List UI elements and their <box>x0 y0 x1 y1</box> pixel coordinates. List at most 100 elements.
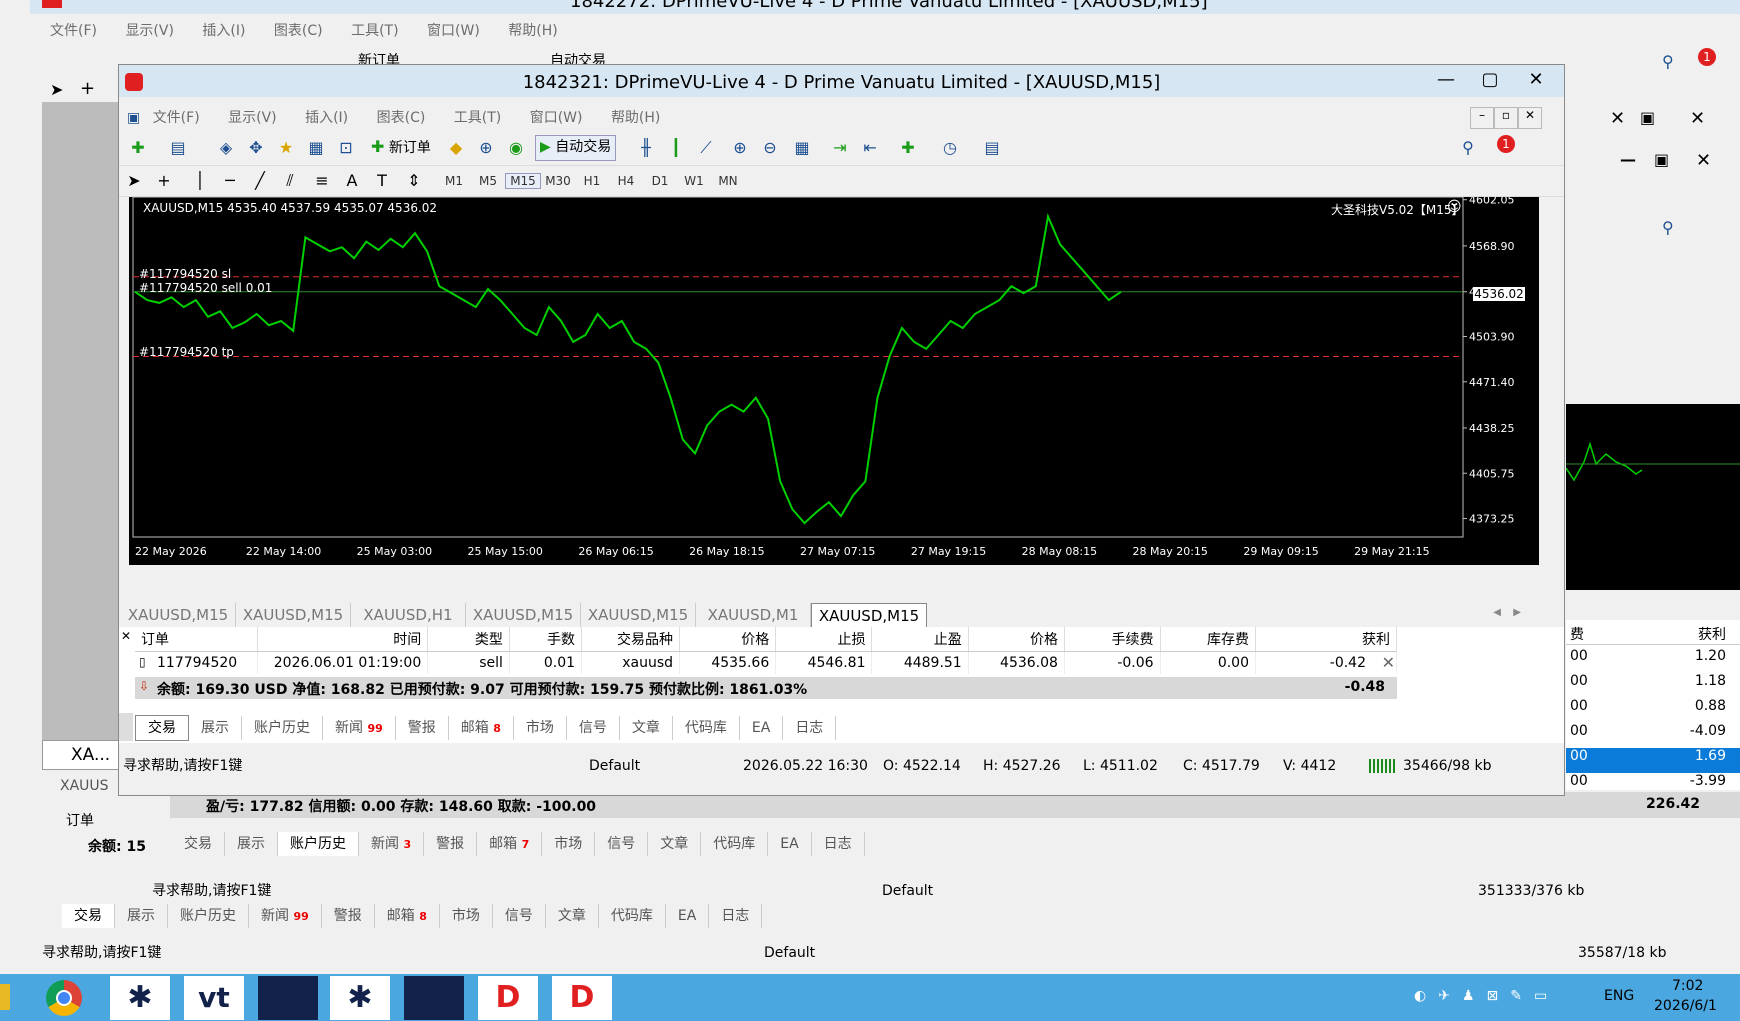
tf-w1[interactable]: W1 <box>677 174 711 188</box>
col-swap[interactable]: 库存费 <box>1160 627 1257 652</box>
menu-chart[interactable]: 图表(C) <box>274 20 323 40</box>
col-tp[interactable]: 止盈 <box>871 627 969 652</box>
mdi-restore-button[interactable]: ▫ <box>1494 107 1518 129</box>
data-window-icon[interactable]: ✥ <box>245 137 267 159</box>
bottom-tab-ea[interactable]: EA <box>666 904 710 928</box>
trendline-icon[interactable]: ╱ <box>249 170 271 192</box>
templates-icon[interactable]: ▤ <box>981 137 1003 159</box>
back-notification-icon[interactable]: 1 <box>1698 48 1716 66</box>
candlestick-icon[interactable]: ┃ <box>665 137 687 159</box>
tab-account-history[interactable]: 账户历史 <box>242 716 323 740</box>
horizontal-line-icon[interactable]: ─ <box>219 170 241 192</box>
vt-icon[interactable]: vt <box>184 976 244 1020</box>
navigator-icon[interactable]: ★ <box>275 137 297 159</box>
terminal-close-icon[interactable]: ✕ <box>121 629 131 643</box>
chart-shift-icon[interactable]: ⇤ <box>859 137 881 159</box>
line-chart-icon[interactable]: ⟋ <box>695 137 717 159</box>
arrows-icon[interactable]: ⇕ <box>403 170 425 192</box>
tf-m1[interactable]: M1 <box>437 174 471 188</box>
tab-ea[interactable]: EA <box>740 716 784 740</box>
close-button[interactable]: ✕ <box>1514 67 1558 93</box>
menu-help[interactable]: 帮助(H) <box>508 20 557 40</box>
tf-m15[interactable]: M15 <box>505 173 541 189</box>
menu-window[interactable]: 窗口(W) <box>427 20 480 40</box>
tab-news[interactable]: 新闻 99 <box>323 716 396 740</box>
chart-tab-active[interactable]: XAUUSD,M15 <box>811 603 927 629</box>
back-tab-codebase[interactable]: 代码库 <box>701 832 769 856</box>
menu-tools[interactable]: 工具(T) <box>351 20 398 40</box>
tab-scroll-left-icon[interactable]: ◀ <box>1493 607 1501 618</box>
back-right-min-icon[interactable]: — <box>1620 150 1636 169</box>
main-menu-view[interactable]: 显示(V) <box>228 107 277 127</box>
minimize-button[interactable]: — <box>1424 67 1468 93</box>
tab-trade[interactable]: 交易 <box>135 715 189 741</box>
bottom-tab-alerts[interactable]: 警报 <box>322 904 375 928</box>
text-icon[interactable]: A <box>341 170 363 192</box>
tab-codebase[interactable]: 代码库 <box>673 716 740 740</box>
tab-market[interactable]: 市场 <box>514 716 567 740</box>
auto-trade-button[interactable]: ▶ 自动交易 <box>535 135 617 161</box>
price-chart[interactable]: 4602.05 4568.90 4536.02 4503.90 4471.40 4438.… <box>129 197 1539 565</box>
menu-file[interactable]: 文件(F) <box>50 20 97 40</box>
bottom-tab-mailbox[interactable]: 邮箱 8 <box>375 904 440 928</box>
back-tab-trade[interactable]: 交易 <box>172 832 225 856</box>
tf-d1[interactable]: D1 <box>643 174 677 188</box>
col-time[interactable]: 时间 <box>257 627 429 652</box>
table-row[interactable]: 117794520 2026.06.01 01:19:00 sell 0.01 … <box>135 651 1397 674</box>
main-menu-chart[interactable]: 图表(C) <box>377 107 426 127</box>
periods-icon[interactable]: ◷ <box>939 137 961 159</box>
menu-insert[interactable]: 插入(I) <box>202 20 245 40</box>
tab-scroll-right-icon[interactable]: ▶ <box>1513 607 1521 618</box>
back-crosshair-icon[interactable]: + <box>80 78 95 99</box>
back-right-close2-icon[interactable]: ✕ <box>1690 108 1705 129</box>
back-right-search-icon[interactable]: ⚲ <box>1662 218 1674 237</box>
crosshair-icon[interactable]: + <box>153 170 175 192</box>
col-sl[interactable]: 止损 <box>775 627 873 652</box>
back-right-close3-icon[interactable]: ✕ <box>1696 150 1711 171</box>
back-tab-journal[interactable]: 日志 <box>812 832 865 856</box>
language-indicator[interactable]: ENG <box>1604 988 1634 1004</box>
search-icon[interactable]: ⚲ <box>1457 137 1479 159</box>
back-tab-alerts[interactable]: 警报 <box>424 832 478 856</box>
dprime-icon[interactable]: D <box>478 976 538 1020</box>
chart-tab[interactable]: XAUUSD,M1 <box>696 603 811 627</box>
text-label-icon[interactable]: T <box>371 170 393 192</box>
tf-h4[interactable]: H4 <box>609 174 643 188</box>
close-order-icon[interactable]: ✕ <box>1382 653 1395 672</box>
bottom-tab-market[interactable]: 市场 <box>440 904 493 928</box>
dprime2-icon[interactable]: D <box>552 976 612 1020</box>
col-symbol[interactable]: 交易品种 <box>581 627 681 652</box>
fibonacci-icon[interactable]: ≡ <box>311 170 333 192</box>
zoom-in-icon[interactable]: ⊕ <box>729 137 751 159</box>
chart-tab[interactable]: XAUUSD,M15 <box>581 603 696 627</box>
new-order-button[interactable]: ✚ 新订单 <box>371 137 431 159</box>
main-menu-window[interactable]: 窗口(W) <box>530 107 583 127</box>
tf-mn[interactable]: MN <box>711 174 745 188</box>
vps-icon[interactable]: ◉ <box>505 137 527 159</box>
bottom-tab-history[interactable]: 账户历史 <box>168 904 249 928</box>
main-menu-tools[interactable]: 工具(T) <box>454 107 501 127</box>
metaeditor-icon[interactable]: ◆ <box>445 137 467 159</box>
main-menu-file[interactable]: 文件(F) <box>153 107 200 127</box>
maximize-button[interactable]: ▢ <box>1468 67 1512 93</box>
notification-badge-icon[interactable]: 1 <box>1497 135 1515 153</box>
clock-time[interactable]: 7:02 <box>1672 978 1703 994</box>
cursor-icon[interactable]: ➤ <box>123 170 145 192</box>
back-right-close-icon[interactable]: ✕ <box>1610 108 1625 129</box>
trading-app-icon[interactable] <box>258 976 318 1020</box>
channel-icon[interactable]: ⫽ <box>279 170 301 192</box>
col-commission[interactable]: 手续费 <box>1064 627 1161 652</box>
tab-alerts[interactable]: 警报 <box>396 716 449 740</box>
vertical-line-icon[interactable]: │ <box>189 170 211 192</box>
terminal-icon[interactable]: ▦ <box>305 137 327 159</box>
menu-view[interactable]: 显示(V) <box>125 20 174 40</box>
mdi-close-button[interactable]: ✕ <box>1518 107 1542 129</box>
tab-signals[interactable]: 信号 <box>567 716 620 740</box>
col-cur-price[interactable]: 价格 <box>968 627 1065 652</box>
auto-scroll-icon[interactable]: ⇥ <box>829 137 851 159</box>
col-type[interactable]: 类型 <box>427 627 510 652</box>
trading-app2-icon[interactable] <box>404 976 464 1020</box>
chart-tab[interactable]: XAUUSD,M15 <box>121 603 236 627</box>
folder-icon[interactable] <box>0 984 10 1010</box>
back-tab-mailbox[interactable]: 邮箱 7 <box>477 832 543 856</box>
